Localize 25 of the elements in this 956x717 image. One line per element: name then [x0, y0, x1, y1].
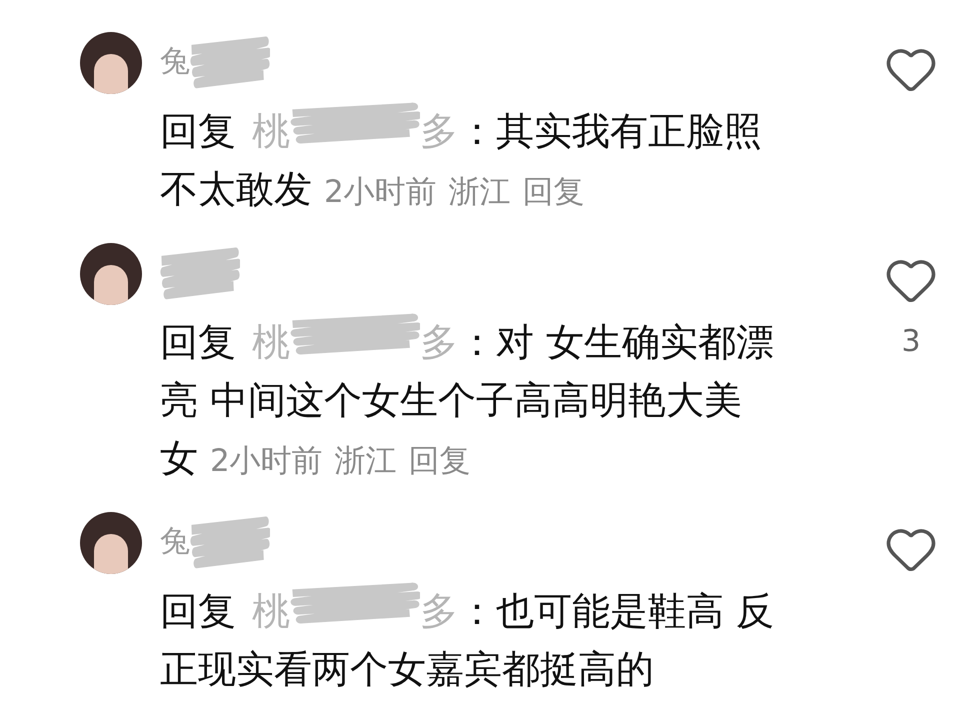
reply-label: 回复 [160, 588, 236, 635]
username[interactable]: 兔 [160, 38, 190, 84]
username[interactable]: 兔 [160, 518, 190, 564]
comment-text: 不太敢发 [160, 166, 312, 213]
comment-time: 2小时前 [324, 173, 437, 212]
reply-label: 回复 [160, 108, 236, 155]
reply-target[interactable]: 桃 [252, 102, 290, 160]
reply-link[interactable]: 回复 [408, 432, 471, 490]
comment-text: ：对 女生确实都漂 [458, 319, 774, 366]
like-count: 3 [901, 323, 921, 361]
comment-location: 浙江 [334, 442, 397, 481]
reply-target[interactable]: 桃 [252, 313, 290, 371]
reply-target[interactable]: 桃 [252, 582, 290, 640]
comment-time: 2小时前 [210, 442, 323, 481]
comment-text: 女 [160, 435, 198, 482]
reply-target[interactable]: 多 [420, 313, 458, 371]
reply-label: 回复 [160, 319, 236, 366]
comment-text: ：也可能是鞋高 反 [458, 588, 774, 635]
comment-text: ：其实我有正脸照 [458, 108, 762, 155]
reply-link[interactable]: 回复 [522, 163, 585, 221]
reply-target[interactable]: 多 [420, 582, 458, 640]
comment-location: 浙江 [448, 173, 511, 212]
comment-text: 亮 中间这个女生个子高高明艳大美 [160, 377, 742, 424]
comment-text: 正现实看两个女嘉宾都挺高的 [160, 646, 654, 693]
reply-target[interactable]: 多 [420, 102, 458, 160]
